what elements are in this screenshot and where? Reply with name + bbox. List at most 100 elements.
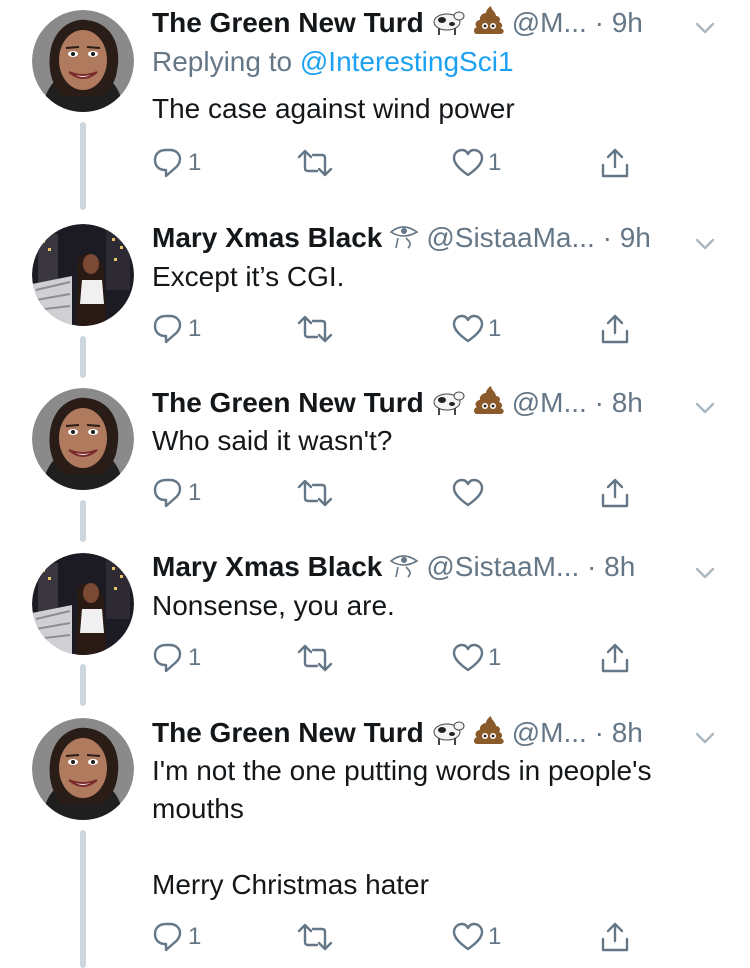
thread-line-5: [80, 830, 86, 968]
reply-target-link[interactable]: @InterestingSci1: [300, 46, 514, 77]
handle[interactable]: @M...: [512, 717, 587, 748]
tweet-text: The case against wind power: [152, 93, 515, 124]
reply-button[interactable]: 1: [152, 476, 201, 510]
timestamp[interactable]: · 8h: [595, 717, 643, 748]
avatar[interactable]: [32, 718, 134, 820]
share-icon: [600, 477, 630, 509]
like-button[interactable]: [452, 476, 488, 510]
display-name[interactable]: Mary Xmas Black: [152, 222, 382, 253]
thread-line-2: [80, 336, 86, 378]
tweet-actions: 1 1: [152, 920, 652, 954]
share-button[interactable]: [600, 146, 630, 180]
replying-to-label: Replying to: [152, 46, 300, 77]
heart-icon: [452, 477, 484, 509]
share-button[interactable]: [600, 312, 630, 346]
reply-icon: [152, 641, 184, 675]
cow-icon: [430, 714, 466, 755]
timestamp[interactable]: · 8h: [595, 387, 643, 418]
tweet-text: I'm not the one putting words in people'…: [152, 755, 652, 900]
like-button[interactable]: 1: [452, 641, 501, 675]
display-name[interactable]: Mary Xmas Black: [152, 551, 382, 582]
chevron-down-icon[interactable]: [694, 8, 716, 44]
thread-line-4: [80, 664, 86, 706]
like-count: 1: [488, 644, 502, 671]
reply-button[interactable]: 1: [152, 641, 201, 675]
tweet-actions: 1: [152, 476, 652, 510]
retweet-button[interactable]: [297, 146, 333, 180]
retweet-button[interactable]: [297, 476, 333, 510]
poop-icon: [472, 714, 506, 755]
tweet-actions: 1 1: [152, 641, 652, 675]
eye-of-horus-icon: [388, 549, 420, 588]
share-icon: [600, 147, 630, 179]
thread-line-1: [80, 122, 86, 210]
tweet-text: Who said it wasn't?: [152, 425, 393, 456]
like-count: 1: [488, 315, 502, 342]
timestamp[interactable]: · 8h: [587, 551, 635, 582]
heart-icon: [452, 313, 484, 345]
reply-icon: [152, 146, 184, 180]
reply-count: 1: [188, 315, 202, 342]
handle[interactable]: @M...: [512, 387, 587, 418]
eye-of-horus-icon: [388, 220, 420, 259]
poop-icon: [472, 384, 506, 425]
reply-button[interactable]: 1: [152, 146, 201, 180]
chevron-down-icon[interactable]: [694, 553, 716, 589]
share-icon: [600, 313, 630, 345]
display-name[interactable]: The Green New Turd: [152, 387, 424, 418]
tweet-text: Except it’s CGI.: [152, 261, 345, 292]
like-count: 1: [488, 923, 502, 950]
like-button[interactable]: 1: [452, 312, 501, 346]
retweet-button[interactable]: [297, 920, 333, 954]
reply-count: 1: [188, 479, 202, 506]
retweet-button[interactable]: [297, 312, 333, 346]
reply-icon: [152, 920, 184, 954]
share-button[interactable]: [600, 641, 630, 675]
cow-icon: [430, 384, 466, 425]
handle[interactable]: @M...: [512, 7, 587, 38]
share-icon: [600, 921, 630, 953]
reply-icon: [152, 312, 184, 346]
thread-line-3: [80, 500, 86, 542]
reply-count: 1: [188, 923, 202, 950]
retweet-icon: [297, 920, 333, 954]
avatar[interactable]: [32, 10, 134, 112]
retweet-icon: [297, 146, 333, 180]
display-name[interactable]: The Green New Turd: [152, 7, 424, 38]
like-button[interactable]: 1: [452, 920, 501, 954]
poop-icon: [472, 4, 506, 45]
handle[interactable]: @SistaaMa...: [426, 222, 594, 253]
heart-icon: [452, 921, 484, 953]
reply-count: 1: [188, 149, 202, 176]
heart-icon: [452, 642, 484, 674]
chevron-down-icon[interactable]: [694, 718, 716, 754]
avatar[interactable]: [32, 553, 134, 655]
like-count: 1: [488, 149, 502, 176]
tweet-text: Nonsense, you are.: [152, 590, 395, 621]
share-icon: [600, 642, 630, 674]
replying-to: Replying to @InterestingSci1: [152, 44, 734, 80]
cow-icon: [430, 4, 466, 45]
handle[interactable]: @SistaaM...: [426, 551, 579, 582]
reply-icon: [152, 476, 184, 510]
share-button[interactable]: [600, 476, 630, 510]
chevron-down-icon[interactable]: [694, 224, 716, 260]
timestamp[interactable]: · 9h: [603, 222, 651, 253]
tweet-actions: 1 1: [152, 146, 652, 180]
display-name[interactable]: The Green New Turd: [152, 717, 424, 748]
tweet-actions: 1 1: [152, 312, 652, 346]
retweet-button[interactable]: [297, 641, 333, 675]
share-button[interactable]: [600, 920, 630, 954]
heart-icon: [452, 147, 484, 179]
retweet-icon: [297, 312, 333, 346]
chevron-down-icon[interactable]: [694, 388, 716, 424]
retweet-icon: [297, 476, 333, 510]
avatar[interactable]: [32, 388, 134, 490]
reply-button[interactable]: 1: [152, 312, 201, 346]
reply-count: 1: [188, 644, 202, 671]
reply-button[interactable]: 1: [152, 920, 201, 954]
avatar[interactable]: [32, 224, 134, 326]
timestamp[interactable]: · 9h: [595, 7, 643, 38]
retweet-icon: [297, 641, 333, 675]
like-button[interactable]: 1: [452, 146, 501, 180]
